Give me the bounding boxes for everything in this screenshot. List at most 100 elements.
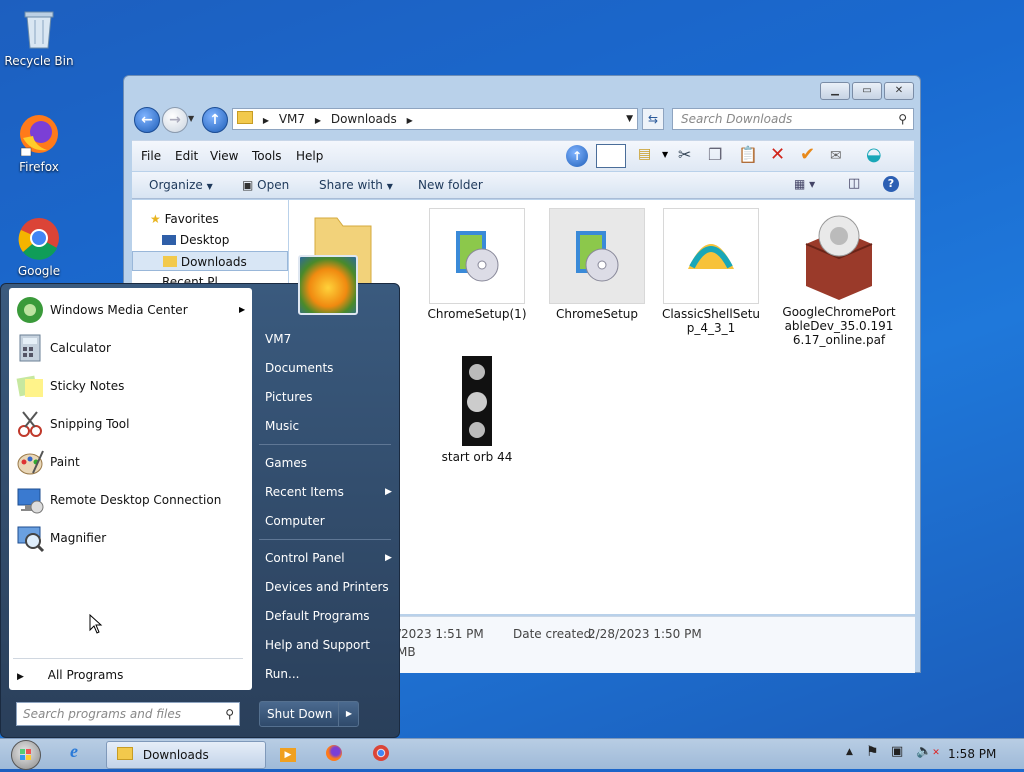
open-button[interactable]: ▣ Open <box>242 178 289 192</box>
right-item-music[interactable]: Music <box>265 419 299 433</box>
file-item[interactable]: ChromeSetup(1) <box>417 208 537 321</box>
chevron-down-icon: ▼ <box>206 182 213 191</box>
program-sticky-notes[interactable]: Sticky Notes <box>13 369 249 403</box>
close-button[interactable]: ✕ <box>884 82 914 100</box>
action-center-flag-icon[interactable]: ⚑ <box>866 744 879 760</box>
search-downloads-input[interactable]: Search Downloads ⚲ <box>672 108 914 130</box>
shutdown-options-button[interactable]: ▶ <box>338 702 359 726</box>
up-button[interactable]: ↑ <box>202 107 228 133</box>
file-item-selected[interactable]: ChromeSetup <box>537 208 657 321</box>
volume-muted-icon[interactable]: 🔈✕ <box>916 744 940 759</box>
preview-pane-icon[interactable]: ◫ <box>848 176 860 191</box>
magnifier-icon <box>15 523 45 553</box>
minimize-button[interactable]: ▁ <box>820 82 850 100</box>
nav-favorites-label: Favorites <box>164 212 219 226</box>
properties-check-icon[interactable]: ✔ <box>800 144 815 165</box>
taskbar-internet-explorer[interactable]: e <box>70 741 94 767</box>
menu-help[interactable]: Help <box>296 149 323 163</box>
right-item-pictures[interactable]: Pictures <box>265 390 313 404</box>
email-icon[interactable]: ✉ <box>830 148 842 164</box>
network-icon[interactable]: ▣ <box>891 744 903 759</box>
menu-edit[interactable]: Edit <box>175 149 198 163</box>
new-folder-button[interactable]: New folder <box>418 178 483 192</box>
folders-pane-icon[interactable] <box>596 144 626 168</box>
paste-icon[interactable]: 📋 <box>738 145 758 164</box>
user-picture[interactable] <box>298 255 358 315</box>
right-item-computer[interactable]: Computer <box>265 514 325 528</box>
menu-tools[interactable]: Tools <box>252 149 282 163</box>
share-with-button[interactable]: Share with ▼ <box>319 178 393 192</box>
program-label: Magnifier <box>50 531 107 545</box>
file-item[interactable]: ClassicShellSetup_4_3_1 <box>661 208 761 335</box>
taskbar-firefox[interactable] <box>326 745 344 771</box>
program-snipping-tool[interactable]: Snipping Tool <box>13 407 249 441</box>
shut-down-button[interactable]: Shut Down ▶ <box>259 701 359 727</box>
show-hidden-icons-icon[interactable]: ▲ <box>846 747 853 757</box>
desktop-icon-firefox[interactable]: Firefox <box>1 112 77 174</box>
file-item[interactable]: start orb 44 <box>417 356 537 464</box>
program-remote-desktop-connection[interactable]: Remote Desktop Connection <box>13 483 249 517</box>
menu-file[interactable]: File <box>141 149 161 163</box>
right-item-control-panel[interactable]: Control Panel <box>265 551 345 565</box>
clock[interactable]: 1:58 PM <box>948 747 996 761</box>
desktop-icon-google-chrome[interactable]: Google <box>1 216 77 278</box>
taskbar-chrome[interactable] <box>373 745 391 771</box>
view-dropdown-icon[interactable]: ▼ <box>662 150 668 159</box>
address-separator-icon: ▶ <box>406 116 413 125</box>
refresh-button[interactable]: ⇆ <box>642 108 664 130</box>
up-folder-icon[interactable]: ↑ <box>566 145 588 167</box>
all-programs-button[interactable]: ▶ All Programs <box>17 668 123 682</box>
submenu-arrow-icon: ▶ <box>385 487 392 497</box>
folder-icon <box>237 111 253 124</box>
program-paint[interactable]: Paint <box>13 445 249 479</box>
taskbar-downloads-window[interactable]: Downloads <box>106 741 266 769</box>
delete-icon[interactable]: ✕ <box>770 144 785 165</box>
program-calculator[interactable]: Calculator <box>13 331 249 365</box>
nav-downloads[interactable]: Downloads <box>132 251 288 271</box>
help-icon[interactable]: ? <box>883 176 899 192</box>
right-item-recent-items[interactable]: Recent Items <box>265 485 344 499</box>
copy-icon[interactable]: ❐ <box>708 145 722 164</box>
back-button[interactable]: ← <box>134 107 160 133</box>
date-created-value: 2/28/2023 1:50 PM <box>588 627 702 641</box>
view-options-icon[interactable]: ▤ <box>638 146 651 162</box>
recent-pages-icon[interactable]: ▼ <box>188 114 194 123</box>
right-item-vm7[interactable]: VM7 <box>265 332 291 346</box>
breadcrumb-vm7[interactable]: VM7 <box>279 112 305 126</box>
cut-icon[interactable]: ✂ <box>678 145 691 164</box>
breadcrumb-downloads[interactable]: Downloads <box>331 112 397 126</box>
right-item-default-programs[interactable]: Default Programs <box>265 609 370 623</box>
classic-shell-icon[interactable]: ◒ <box>866 144 882 165</box>
address-bar[interactable]: ▶ VM7 ▶ Downloads ▶ ▼ <box>232 108 638 130</box>
divider <box>259 539 391 540</box>
file-item[interactable]: GoogleChromePortableDev_35.0.1916.17_onl… <box>781 208 897 347</box>
right-item-games[interactable]: Games <box>265 456 307 470</box>
sticky-notes-icon <box>15 371 45 401</box>
search-programs-input[interactable]: Search programs and files ⚲ <box>16 702 240 726</box>
address-dropdown-icon[interactable]: ▼ <box>626 109 633 129</box>
right-item-devices-and-printers[interactable]: Devices and Printers <box>265 580 389 594</box>
desktop-icon-recycle-bin[interactable]: Recycle Bin <box>1 6 77 68</box>
change-view-icon[interactable]: ▦ ▾ <box>794 177 815 191</box>
taskbar-media-player[interactable]: ▶ <box>280 746 298 772</box>
right-item-help-and-support[interactable]: Help and Support <box>265 638 370 652</box>
organize-button[interactable]: Organize ▼ <box>149 178 213 192</box>
nav-desktop[interactable]: Desktop <box>162 233 229 247</box>
start-button[interactable] <box>11 740 41 770</box>
mouse-cursor-icon <box>89 613 103 637</box>
search-icon[interactable]: ⚲ <box>898 109 907 129</box>
maximize-button[interactable]: ▭ <box>852 82 882 100</box>
right-item-documents[interactable]: Documents <box>265 361 333 375</box>
nav-favorites[interactable]: ★ Favorites <box>150 212 219 226</box>
program-magnifier[interactable]: Magnifier <box>13 521 249 555</box>
snipping-tool-icon <box>15 409 45 439</box>
windows-logo-icon <box>20 749 31 760</box>
forward-button[interactable]: → <box>162 107 188 133</box>
submenu-arrow-icon: ▶ <box>239 305 246 314</box>
date-modified-value: /2023 1:51 PM <box>397 627 484 641</box>
search-icon[interactable]: ⚲ <box>225 703 234 725</box>
program-windows-media-center[interactable]: Windows Media Center ▶ <box>13 293 249 327</box>
menu-view[interactable]: View <box>210 149 238 163</box>
shell-icon <box>663 208 759 304</box>
right-item-run[interactable]: Run... <box>265 667 299 681</box>
